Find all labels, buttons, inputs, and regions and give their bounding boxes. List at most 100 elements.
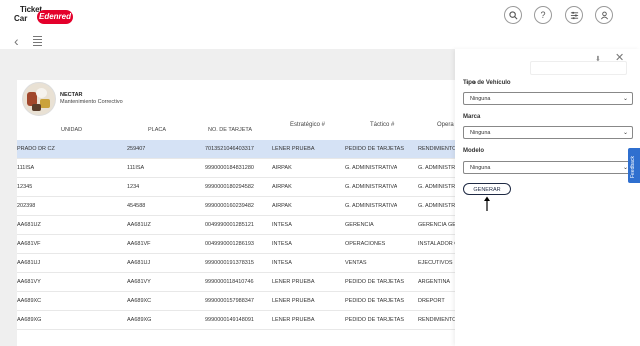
- cell-unidad: 202398: [17, 203, 36, 209]
- cell-placa: AA689XG: [127, 317, 152, 323]
- cell-estrategico: AIRPAK: [272, 165, 292, 171]
- cell-estrategico: LENER PRUEBA: [272, 298, 315, 304]
- cell-tarjeta: 0049990001285121: [205, 222, 254, 228]
- cell-tarjeta: 9990000191378315: [205, 260, 254, 266]
- cell-tactico: GERENCIA: [345, 222, 374, 228]
- cell-unidad: AA681UZ: [17, 222, 41, 228]
- cell-unidad: AA681UJ: [17, 260, 41, 266]
- cell-tarjeta: 9990000157988347: [205, 298, 254, 304]
- table-row[interactable]: AA689XG AA689XG 9990000149148091 LENER P…: [17, 311, 455, 330]
- cell-operativo: GERENCIA GEN: [418, 222, 455, 228]
- chevron-down-icon: ⌄: [622, 96, 628, 102]
- cell-estrategico: AIRPAK: [272, 203, 292, 209]
- cell-estrategico: LENER PRUEBA: [272, 279, 315, 285]
- marca-value: Ninguna: [470, 130, 491, 136]
- cell-placa: AA689XC: [127, 298, 152, 304]
- back-arrow-icon[interactable]: ‹: [14, 34, 19, 48]
- company-avatar: [22, 82, 56, 116]
- cell-tactico: PEDIDO DE TARJETAS: [345, 298, 404, 304]
- cell-tactico: PEDIDO DE TARJETAS: [345, 317, 404, 323]
- table-row[interactable]: AA681VY AA681VY 9990000118410746 LENER P…: [17, 273, 455, 292]
- close-icon[interactable]: ✕: [615, 53, 624, 64]
- settings-icon[interactable]: [565, 6, 583, 24]
- cell-placa: 259407: [127, 146, 146, 152]
- col-header-estrategico[interactable]: Estratégico #: [290, 122, 325, 128]
- cell-tarjeta: 9990000180294582: [205, 184, 254, 190]
- feedback-tab[interactable]: Feedback: [628, 148, 640, 183]
- cell-tarjeta: 9990000160239482: [205, 203, 254, 209]
- cell-unidad: AA681VF: [17, 241, 41, 247]
- cell-tarjeta: 9990000149148091: [205, 317, 254, 323]
- user-icon[interactable]: [595, 6, 613, 24]
- top-bar: Ticket Car Edenred ?: [0, 0, 640, 34]
- cell-operativo: G. ADMINISTR: [418, 165, 455, 171]
- cell-operativo: ARGENTINA: [418, 279, 451, 285]
- cell-operativo: DREPORT: [418, 298, 445, 304]
- cell-tarjeta: 0049990001286193: [205, 241, 254, 247]
- hamburger-menu-icon[interactable]: [33, 36, 42, 48]
- cell-tactico: G. ADMINISTRATIVA: [345, 203, 398, 209]
- tipo-vehiculo-label: Tipo de Vehículo: [463, 80, 511, 86]
- cell-tactico: OPERACIONES: [345, 241, 386, 247]
- cell-tarjeta: 9990000118410746: [205, 279, 254, 285]
- cell-placa: AA681VY: [127, 279, 151, 285]
- modelo-select[interactable]: Ninguna ⌄: [463, 161, 633, 174]
- pin-icon[interactable]: ⬇: [595, 55, 601, 63]
- table-row[interactable]: 12345 1234 9990000180294582 AIRPAK G. AD…: [17, 178, 455, 197]
- cell-operativo: EJECUTIVOS: [418, 260, 453, 266]
- help-icon[interactable]: ?: [534, 6, 552, 24]
- search-icon[interactable]: [504, 6, 522, 24]
- cell-unidad: AA681VY: [17, 279, 41, 285]
- cell-estrategico: AIRPAK: [272, 184, 292, 190]
- modelo-label: Modelo: [463, 148, 484, 154]
- table-row[interactable]: 202398 454588 9990000160239482 AIRPAK G.…: [17, 197, 455, 216]
- cell-tactico: PEDIDO DE TARJETAS: [345, 279, 404, 285]
- col-header-placa[interactable]: PLACA: [148, 127, 166, 133]
- cell-unidad: 12345: [17, 184, 33, 190]
- table-row[interactable]: AA681VF AA681VF 0049990001286193 INTESA …: [17, 235, 455, 254]
- col-header-tarjeta[interactable]: NO. DE TARJETA: [208, 127, 252, 133]
- cell-estrategico: LENER PRUEBA: [272, 317, 315, 323]
- table-row[interactable]: AA681UZ AA681UZ 0049990001285121 INTESA …: [17, 216, 455, 235]
- col-header-tactico[interactable]: Táctico #: [370, 122, 394, 128]
- cell-unidad: AA689XG: [17, 317, 42, 323]
- cell-operativo: RENDIMIENTO: [418, 146, 455, 152]
- feedback-label: Feedback: [630, 156, 636, 178]
- cell-estrategico: INTESA: [272, 222, 292, 228]
- cell-placa: 454588: [127, 203, 146, 209]
- tipo-vehiculo-select[interactable]: Ninguna ⌄: [463, 92, 633, 105]
- tipo-vehiculo-value: Ninguna: [470, 96, 491, 102]
- modelo-value: Ninguna: [470, 165, 491, 171]
- cell-tactico: VENTAS: [345, 260, 367, 266]
- col-header-unidad[interactable]: UNIDAD: [61, 127, 82, 133]
- table-row[interactable]: PRADO DR CZ 259407 7013521046403317 LENE…: [17, 140, 455, 159]
- cell-operativo: G. ADMINISTR: [418, 184, 455, 190]
- cell-unidad: PRADO DR CZ: [17, 146, 55, 152]
- panel-header-field: [530, 61, 627, 75]
- marca-select[interactable]: Ninguna ⌄: [463, 126, 633, 139]
- cell-unidad: AA689XC: [17, 298, 42, 304]
- cell-estrategico: INTESA: [272, 241, 292, 247]
- cell-operativo: RENDIMIENTO: [418, 317, 455, 323]
- cell-placa: 1234: [127, 184, 140, 190]
- generar-button[interactable]: GENERAR: [463, 183, 511, 195]
- col-header-operativo[interactable]: Opera: [437, 122, 454, 128]
- company-name: NECTAR: [60, 92, 83, 98]
- cell-placa: 111ISA: [127, 165, 145, 171]
- ticket-car-logo[interactable]: Ticket Car Edenred: [14, 3, 84, 30]
- marca-label: Marca: [463, 114, 481, 120]
- table-row[interactable]: 111ISA 111ISA 9990000184831280 AIRPAK G.…: [17, 159, 455, 178]
- cursor-arrow-icon: [484, 196, 490, 211]
- cell-tactico: G. ADMINISTRATIVA: [345, 184, 398, 190]
- table-row[interactable]: AA689XC AA689XC 9990000157988347 LENER P…: [17, 292, 455, 311]
- cell-operativo: G. ADMINISTR: [418, 203, 455, 209]
- logo-line-2: Car: [14, 14, 28, 23]
- sub-bar: [0, 33, 640, 49]
- cell-operativo: INSTALADOR G: [418, 241, 455, 247]
- cell-tarjeta: 7013521046403317: [205, 146, 254, 152]
- company-subtitle: Mantenimiento Correctivo: [60, 99, 123, 105]
- cell-estrategico: INTESA: [272, 260, 292, 266]
- table-row[interactable]: AA681UJ AA681UJ 9990000191378315 INTESA …: [17, 254, 455, 273]
- cell-placa: AA681UZ: [127, 222, 151, 228]
- cell-tactico: PEDIDO DE TARJETAS: [345, 146, 404, 152]
